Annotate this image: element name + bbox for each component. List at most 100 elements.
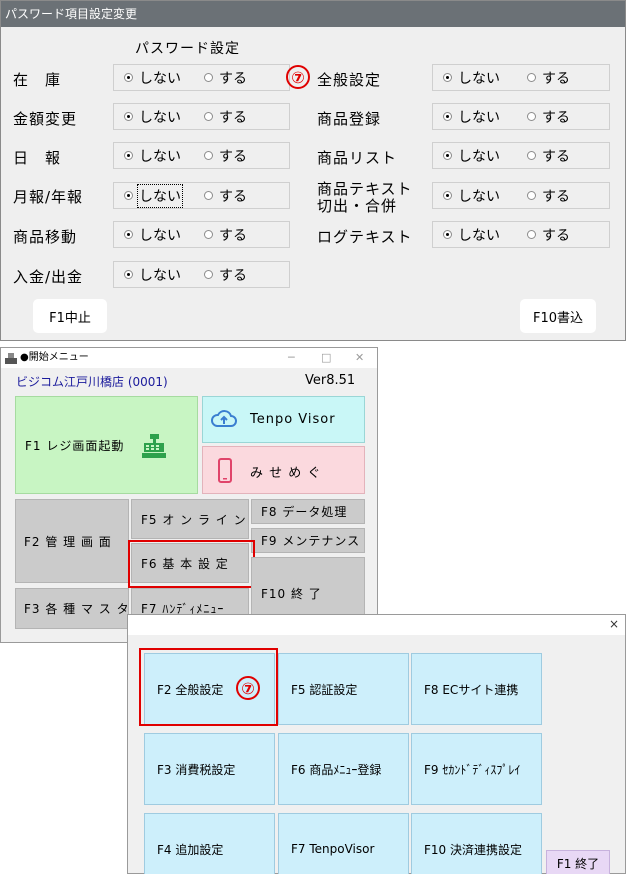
radio-empty-icon <box>527 151 536 160</box>
data-processing-label: F8 データ処理 <box>261 505 348 519</box>
label-price-change: 金額変更 <box>13 110 78 128</box>
step-marker-7-settings: ⑦ <box>236 676 260 700</box>
password-settings-header: パスワード設定 <box>135 41 240 57</box>
settings-close-icon[interactable]: × <box>609 617 619 631</box>
master-button[interactable]: F3 各 種 マ ス タ <box>15 588 129 629</box>
settings-titlebar: × <box>128 615 625 635</box>
basic-settings-window: × F2 全般設定 ⑦ F5 認証設定 F8 ECサイト連携 F3 消費税設定 … <box>127 614 626 874</box>
smartphone-icon <box>217 458 233 484</box>
radio-group-price-change: しない する <box>113 103 290 130</box>
extra-settings-button[interactable]: F4 追加設定 <box>144 813 275 874</box>
radio-selected-icon <box>443 112 452 121</box>
store-name: ビジコム江戸川橋店 (0001) <box>16 375 168 389</box>
radio-deposit-withdrawal-on[interactable]: する <box>204 265 247 285</box>
radio-group-log-text: しない する <box>432 221 610 248</box>
online-button[interactable]: F5 オ ン ラ イ ン <box>131 499 249 539</box>
tenpo-visor-label: Tenpo Visor <box>250 412 336 427</box>
radio-product-registration-on[interactable]: する <box>527 107 570 127</box>
radio-general-settings-off[interactable]: しない <box>443 68 527 88</box>
radio-product-registration-off[interactable]: しない <box>443 107 527 127</box>
radio-group-product-list: しない する <box>432 142 610 169</box>
data-processing-button[interactable]: F8 データ処理 <box>251 499 365 524</box>
payment-settings-label: F10 決済連携設定 <box>424 842 522 857</box>
radio-group-stock: しない する <box>113 64 290 91</box>
radio-stock-transfer-on[interactable]: する <box>204 225 247 245</box>
ec-site-button[interactable]: F8 ECサイト連携 <box>411 653 542 725</box>
save-button[interactable]: F10書込 <box>520 299 596 333</box>
radio-deposit-withdrawal-off[interactable]: しない <box>124 265 204 285</box>
radio-selected-icon <box>124 191 133 200</box>
radio-log-text-on[interactable]: する <box>527 225 570 245</box>
password-settings-window: パスワード項目設定変更 パスワード設定 在 庫 しない する 金額変更 しない … <box>0 0 626 341</box>
radio-monthly-yearly-off[interactable]: しない <box>124 183 204 208</box>
start-menu-window: ●開始メニュー ─ □ ✕ ビジコム江戸川橋店 (0001) Ver8.51 F… <box>0 347 378 643</box>
radio-stock-on[interactable]: する <box>204 68 247 88</box>
radio-empty-icon <box>204 230 213 239</box>
radio-selected-icon <box>124 151 133 160</box>
radio-empty-icon <box>204 270 213 279</box>
radio-stock-off[interactable]: しない <box>124 68 204 88</box>
radio-group-daily-report: しない する <box>113 142 290 169</box>
label-log-text: ログテキスト <box>317 228 413 246</box>
admin-screen-button[interactable]: F2 管 理 画 面 <box>15 499 129 583</box>
label-product-registration: 商品登録 <box>317 110 382 128</box>
tax-settings-label: F3 消費税設定 <box>157 762 236 777</box>
radio-group-product-text: しない する <box>432 182 610 209</box>
tenpo-visor-button[interactable]: Tenpo Visor <box>202 396 365 443</box>
radio-price-change-on[interactable]: する <box>204 107 247 127</box>
extra-settings-label: F4 追加設定 <box>157 842 224 857</box>
payment-settings-button[interactable]: F10 決済連携設定 <box>411 813 542 874</box>
radio-group-deposit-withdrawal: しない する <box>113 261 290 288</box>
radio-group-stock-transfer: しない する <box>113 221 290 248</box>
cancel-button[interactable]: F1中止 <box>33 299 107 333</box>
radio-product-list-on[interactable]: する <box>527 146 570 166</box>
second-display-button[interactable]: F9 ｾｶﾝﾄﾞﾃﾞｨｽﾌﾟﾚｲ <box>411 733 542 805</box>
label-product-text-line1: 商品テキスト <box>317 180 413 198</box>
radio-selected-icon <box>124 73 133 82</box>
close-icon[interactable]: ✕ <box>355 348 364 368</box>
step-marker-7: ⑦ <box>286 65 310 89</box>
radio-product-list-off[interactable]: しない <box>443 146 527 166</box>
radio-price-change-off[interactable]: しない <box>124 107 204 127</box>
radio-empty-icon <box>204 112 213 121</box>
label-deposit-withdrawal: 入金/出金 <box>13 268 84 286</box>
minimize-icon[interactable]: ─ <box>288 348 295 368</box>
maximize-icon[interactable]: □ <box>321 348 331 368</box>
radio-monthly-yearly-on[interactable]: する <box>204 186 247 206</box>
radio-log-text-off[interactable]: しない <box>443 225 527 245</box>
version-label: Ver8.51 <box>305 373 356 388</box>
label-stock-transfer: 商品移動 <box>13 228 78 246</box>
auth-settings-label: F5 認証設定 <box>291 682 358 697</box>
settings-exit-button[interactable]: F1 終了 <box>546 850 610 874</box>
radio-selected-icon <box>124 112 133 121</box>
radio-empty-icon <box>204 191 213 200</box>
radio-daily-report-off[interactable]: しない <box>124 146 204 166</box>
radio-daily-report-on[interactable]: する <box>204 146 247 166</box>
admin-screen-label: F2 管 理 画 面 <box>24 534 112 549</box>
radio-selected-icon <box>124 270 133 279</box>
radio-empty-icon <box>527 191 536 200</box>
radio-general-settings-on[interactable]: する <box>527 68 570 88</box>
maintenance-button[interactable]: F9 メンテナンス <box>251 528 365 553</box>
radio-product-text-off[interactable]: しない <box>443 186 527 206</box>
label-general-settings: 全般設定 <box>317 71 382 89</box>
radio-stock-transfer-off[interactable]: しない <box>124 225 204 245</box>
tax-settings-button[interactable]: F3 消費税設定 <box>144 733 275 805</box>
auth-settings-button[interactable]: F5 認証設定 <box>278 653 409 725</box>
label-daily-report: 日 報 <box>13 149 62 167</box>
tenpovisor-button[interactable]: F7 TenpoVisor <box>278 813 409 874</box>
maintenance-label: F9 メンテナンス <box>261 534 361 548</box>
radio-empty-icon <box>204 73 213 82</box>
online-label: F5 オ ン ラ イ ン <box>141 512 247 527</box>
register-start-button[interactable]: F1 レジ画面起動 <box>15 396 198 494</box>
product-menu-button[interactable]: F6 商品ﾒﾆｭｰ登録 <box>278 733 409 805</box>
second-display-label: F9 ｾｶﾝﾄﾞﾃﾞｨｽﾌﾟﾚｲ <box>424 762 521 777</box>
password-window-title: パスワード項目設定変更 <box>1 1 625 27</box>
radio-product-text-on[interactable]: する <box>527 186 570 206</box>
misemegu-button[interactable]: み せ め ぐ <box>202 446 365 494</box>
cloud-upload-icon <box>210 408 238 430</box>
radio-empty-icon <box>527 112 536 121</box>
start-menu-title: ●開始メニュー <box>20 352 89 363</box>
radio-selected-icon <box>443 191 452 200</box>
label-monthly-yearly: 月報/年報 <box>13 188 84 206</box>
